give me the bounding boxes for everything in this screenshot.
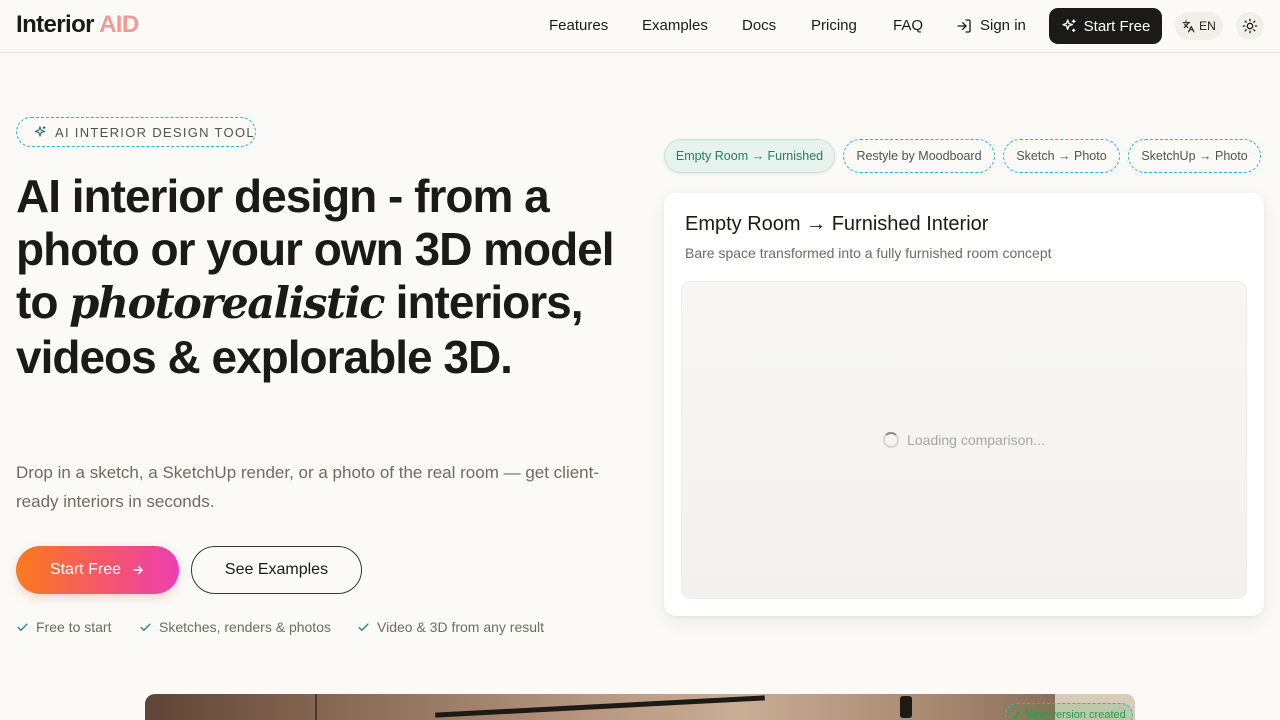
hero-badge-label: AI INTERIOR DESIGN TOOL bbox=[55, 124, 255, 140]
perk-label: Free to start bbox=[36, 619, 112, 635]
tab-sketchup-photo[interactable]: SketchUp → Photo bbox=[1128, 139, 1261, 173]
new-version-badge: ✓ New version created bbox=[1005, 703, 1133, 720]
tab-label: Empty Room → Furnished bbox=[675, 149, 824, 163]
translate-icon bbox=[1182, 20, 1195, 32]
preview-pole bbox=[315, 694, 317, 720]
perk-label: Video & 3D from any result bbox=[377, 619, 545, 635]
nav-features[interactable]: Features bbox=[549, 17, 608, 34]
comparison-viewer[interactable]: Loading comparison... bbox=[681, 281, 1247, 599]
spinner-icon bbox=[883, 432, 900, 448]
hero-title: AI interior design - from a photo or you… bbox=[16, 170, 636, 384]
perk-label: Sketches, renders & photos bbox=[159, 619, 331, 635]
preview-image: ✓ New version created bbox=[145, 694, 1135, 720]
language-label: EN bbox=[1199, 19, 1216, 33]
sun-icon bbox=[1242, 18, 1258, 34]
start-free-label: Start Free bbox=[49, 561, 122, 578]
tab-sketch-photo[interactable]: Sketch → Photo bbox=[1003, 139, 1120, 173]
nav-docs[interactable]: Docs bbox=[742, 17, 776, 34]
tab-label: SketchUp → Photo bbox=[1141, 149, 1248, 163]
check-icon bbox=[17, 623, 28, 631]
site-header: Interior AID Features Examples Docs Pric… bbox=[0, 0, 1280, 53]
hero-title-italic: photorealistic bbox=[69, 279, 385, 329]
perk-item: Free to start bbox=[16, 619, 111, 635]
nav-pricing[interactable]: Pricing bbox=[811, 17, 857, 34]
sparkles-icon bbox=[1061, 19, 1076, 32]
hero-badge: AI INTERIOR DESIGN TOOL bbox=[16, 117, 256, 147]
nav-faq[interactable]: FAQ bbox=[893, 17, 923, 34]
tab-restyle-moodboard[interactable]: Restyle by Moodboard bbox=[843, 139, 995, 173]
nav-examples[interactable]: Examples bbox=[642, 17, 708, 34]
card-title: Empty Room → Furnished Interior bbox=[685, 213, 989, 235]
header-start-free-label: Start Free bbox=[1083, 17, 1151, 35]
header-start-free-button[interactable]: Start Free bbox=[1049, 8, 1162, 44]
logo-accent: AID bbox=[99, 11, 139, 38]
card-subtitle: Bare space transformed into a fully furn… bbox=[685, 245, 1052, 261]
log-in-icon bbox=[957, 18, 971, 33]
see-examples-button[interactable]: See Examples bbox=[191, 546, 362, 594]
preview-beam bbox=[435, 695, 765, 718]
check-icon bbox=[140, 623, 151, 631]
see-examples-label: See Examples bbox=[224, 561, 329, 578]
signin-link[interactable]: Sign in bbox=[956, 17, 1026, 34]
logo[interactable]: Interior AID bbox=[16, 11, 139, 39]
signin-label: Sign in bbox=[980, 17, 1026, 34]
loading-label: Loading comparison... bbox=[907, 432, 1045, 448]
start-free-button[interactable]: Start Free bbox=[16, 546, 179, 594]
perk-item: Sketches, renders & photos bbox=[139, 619, 331, 635]
theme-toggle[interactable] bbox=[1236, 12, 1264, 40]
sparkle-icon bbox=[34, 126, 46, 137]
tab-empty-room[interactable]: Empty Room → Furnished bbox=[664, 139, 835, 173]
preview-lamp bbox=[900, 696, 912, 718]
perk-item: Video & 3D from any result bbox=[357, 619, 544, 635]
comparison-card: Empty Room → Furnished Interior Bare spa… bbox=[664, 193, 1264, 616]
logo-main: Interior bbox=[16, 11, 94, 38]
language-switcher[interactable]: EN bbox=[1175, 12, 1223, 40]
check-icon: ✓ bbox=[1012, 709, 1022, 720]
check-icon bbox=[358, 623, 369, 631]
hero-subtitle: Drop in a sketch, a SketchUp render, or … bbox=[16, 463, 600, 511]
tab-label: Restyle by Moodboard bbox=[856, 149, 982, 163]
tab-label: Sketch → Photo bbox=[1016, 149, 1107, 163]
arrow-right-icon bbox=[133, 565, 143, 575]
new-version-label: New version created bbox=[1025, 709, 1126, 720]
